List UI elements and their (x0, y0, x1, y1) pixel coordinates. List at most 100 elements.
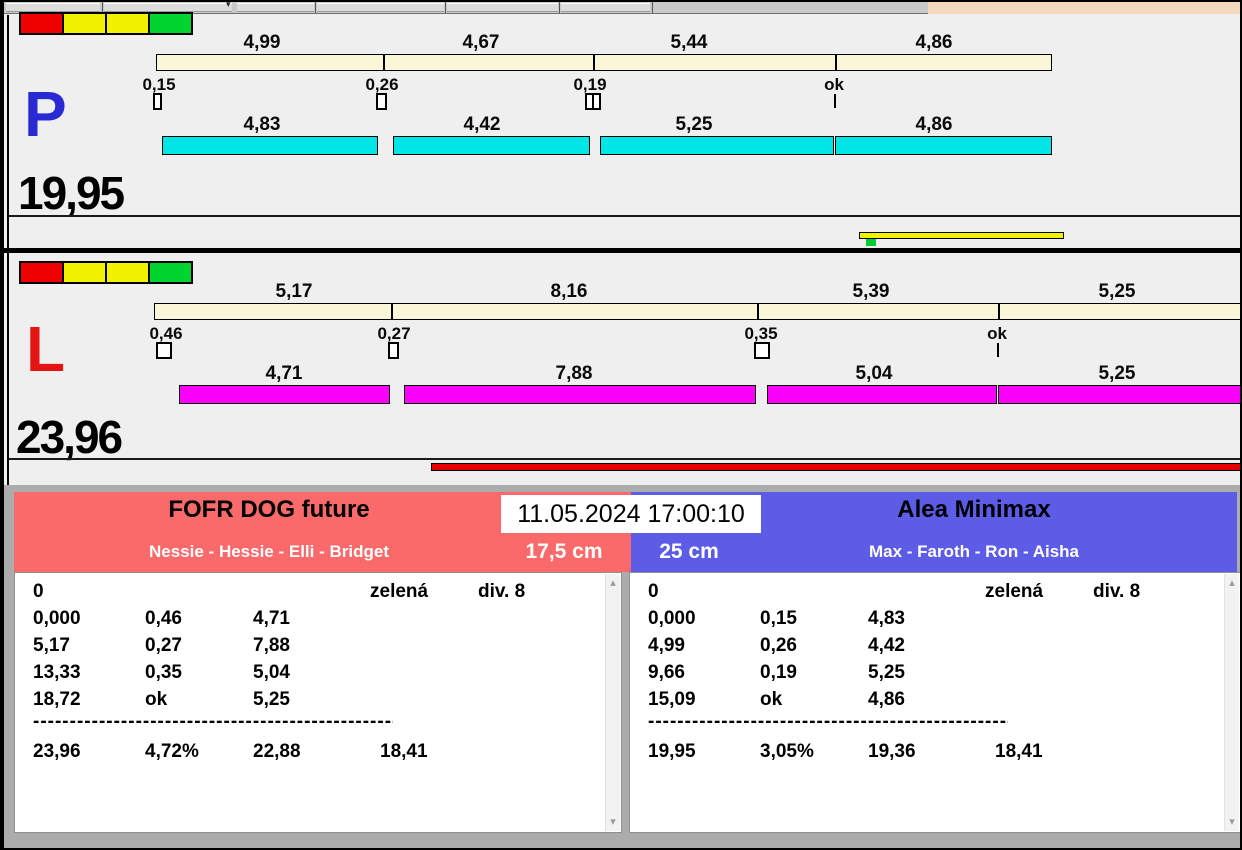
total-net: 19,36 (868, 741, 916, 762)
tip-time: 4,67 (462, 32, 500, 53)
change-marker (754, 342, 770, 359)
results-table-right[interactable]: 0 zelená div. 8 0,000 0,15 4,83 4,99 0,2… (629, 572, 1240, 833)
light-red (19, 261, 64, 284)
tip-bar-divider (383, 55, 385, 70)
total-net: 22,88 (253, 741, 301, 762)
table-cell: ok (760, 689, 783, 710)
run-bar (835, 136, 1052, 155)
tip-bar-p (156, 54, 1052, 71)
scroll-up-icon[interactable]: ▴ (606, 576, 620, 590)
tip-time: 4,99 (243, 32, 281, 53)
table-cell: ok (145, 689, 168, 710)
toolbar-divider (315, 2, 316, 13)
scrollbar[interactable]: ▴ ▾ (605, 574, 620, 831)
toolbar-segment (447, 3, 558, 12)
total-time: 19,95 (648, 741, 696, 762)
toolbar-divider (445, 2, 446, 13)
scroll-up-icon[interactable]: ▴ (1225, 576, 1239, 590)
total-percent: 4,72% (145, 741, 199, 762)
lane-letter-p: P (24, 78, 67, 150)
tip-time: 5,17 (275, 281, 313, 302)
ok-tick (997, 343, 999, 357)
table-cell: 4,42 (868, 635, 905, 656)
tip-bar-divider (835, 55, 837, 70)
toolbar-segment (6, 3, 100, 12)
toolbar-segment (104, 3, 232, 12)
tip-time: 5,44 (670, 32, 708, 53)
dropdown-arrow-icon[interactable]: ▾ (226, 2, 231, 10)
change-time: 0,15 (142, 75, 176, 94)
jump-height: 25 cm (659, 540, 719, 563)
progress-bar-yellow (859, 232, 1064, 239)
run-time: 4,86 (915, 114, 953, 135)
total-time: 23,96 (33, 741, 81, 762)
table-cell: 5,17 (33, 635, 70, 656)
run-time: 5,04 (855, 363, 893, 384)
table-cell: 0,26 (760, 635, 797, 656)
table-cell: 15,09 (648, 689, 696, 710)
table-cell: 0,19 (760, 662, 797, 683)
ok-tick (834, 94, 836, 108)
run-time: 5,25 (1098, 363, 1136, 384)
separator-dashes: ----------------------------------------… (33, 711, 393, 732)
run-bar (998, 385, 1240, 404)
tip-time: 4,86 (915, 32, 953, 53)
table-cell: 4,71 (253, 608, 290, 629)
change-marker (376, 93, 387, 110)
team-name: FOFR DOG future (168, 496, 370, 523)
tip-bar-divider (391, 304, 393, 319)
run-time: 4,83 (243, 114, 281, 135)
results-table-left[interactable]: 0 zelená div. 8 0,000 0,46 4,71 5,17 0,2… (14, 572, 622, 833)
change-time: 0,26 (365, 75, 399, 94)
toolbar-segment (237, 3, 314, 12)
change-marker (388, 342, 399, 359)
team-name: Alea Minimax (897, 496, 1051, 523)
tip-bar-divider (998, 304, 1000, 319)
change-marker-double (585, 93, 601, 110)
run-bar (393, 136, 590, 155)
table-cell: 13,33 (33, 662, 81, 683)
run-bar (767, 385, 997, 404)
lane-letter-l: L (26, 313, 66, 385)
tip-time: 5,39 (852, 281, 890, 302)
tip-bar-divider (593, 55, 595, 70)
table-cell: 0,000 (648, 608, 696, 629)
total-time-p: 19,95 (18, 167, 125, 219)
table-cell: 0,27 (145, 635, 182, 656)
table-cell: 9,66 (648, 662, 685, 683)
table-cell: 5,25 (253, 689, 290, 710)
scroll-down-icon[interactable]: ▾ (1225, 815, 1239, 829)
divider-line (9, 458, 1240, 460)
timing-app-window: ▾ P 4,99 4,67 5,44 4,86 0,15 0,26 0,19 o… (0, 0, 1242, 850)
tip-time: 5,25 (1098, 281, 1136, 302)
change-time: ok (824, 75, 844, 94)
tip-bar-l (154, 303, 1240, 320)
scrollbar[interactable]: ▴ ▾ (1224, 574, 1239, 831)
table-cell: 5,04 (253, 662, 290, 683)
change-time: 0,35 (744, 324, 778, 343)
light-green (148, 261, 193, 284)
team-dogs: Max - Faroth - Ron - Aisha (869, 542, 1079, 561)
table-cell: 0,46 (145, 608, 182, 629)
run-bar (404, 385, 756, 404)
table-cell: 5,25 (868, 662, 905, 683)
color-note: zelená (370, 581, 429, 602)
run-start: 0 (648, 581, 659, 602)
team-dogs: Nessie - Hessie - Elli - Bridget (149, 542, 389, 561)
tip-time: 8,16 (550, 281, 588, 302)
run-time: 7,88 (555, 363, 593, 384)
run-bar (179, 385, 390, 404)
light-yellow-2 (105, 12, 150, 35)
run-time: 5,25 (675, 114, 713, 135)
run-bar (162, 136, 378, 155)
toolbar-right-area (928, 2, 1240, 14)
scroll-down-icon[interactable]: ▾ (606, 815, 620, 829)
run-time: 4,42 (463, 114, 501, 135)
light-red (19, 12, 64, 35)
light-yellow-1 (62, 12, 107, 35)
table-cell: 18,72 (33, 689, 81, 710)
progress-bar-red (431, 463, 1240, 471)
table-cell: 0,35 (145, 662, 182, 683)
datetime-display: 11.05.2024 17:00:10 (501, 495, 761, 533)
table-cell: 4,86 (868, 689, 905, 710)
